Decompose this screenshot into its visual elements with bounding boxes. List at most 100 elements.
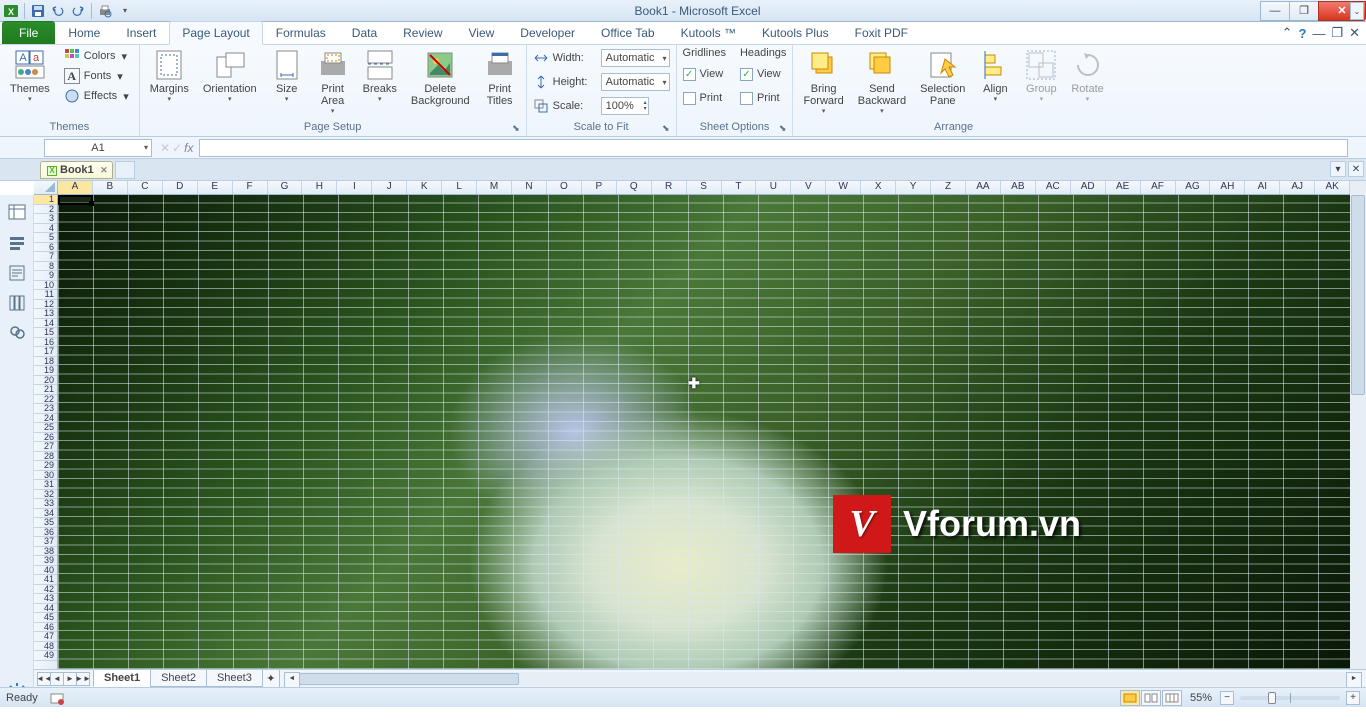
gridlines-view-checkbox[interactable]: ✓View — [683, 63, 726, 85]
expand-formula-bar-icon[interactable]: ⌄ — [1350, 2, 1364, 20]
vertical-scrollbar[interactable] — [1350, 181, 1366, 669]
side-navigation-icon[interactable] — [7, 233, 27, 253]
cells-area[interactable]: V Vforum.vn ✚ — [58, 195, 1350, 669]
send-backward-button[interactable]: Send Backward▾ — [854, 47, 910, 117]
workbook-close-icon[interactable]: ✕ — [1349, 25, 1360, 41]
help-icon[interactable]: ? — [1298, 26, 1306, 41]
rotate-button[interactable]: Rotate▾ — [1067, 47, 1107, 105]
save-icon[interactable] — [29, 2, 47, 20]
tab-home[interactable]: Home — [55, 21, 113, 44]
print-titles-button[interactable]: Print Titles — [480, 47, 520, 109]
excel-icon[interactable]: X — [2, 2, 20, 20]
sheet-tab-sheet1[interactable]: Sheet1 — [93, 670, 151, 687]
size-button[interactable]: Size▾ — [267, 47, 307, 105]
print-area-button[interactable]: Print Area▾ — [313, 47, 353, 117]
zoom-out-button[interactable]: − — [1220, 691, 1234, 705]
zoom-in-button[interactable]: + — [1346, 691, 1360, 705]
scale-spinner[interactable]: 100% — [601, 97, 649, 115]
tab-foxit[interactable]: Foxit PDF — [842, 21, 921, 44]
tab-view[interactable]: View — [456, 21, 508, 44]
tab-kutools-plus[interactable]: Kutools Plus — [749, 21, 842, 44]
side-worksheet-icon[interactable] — [7, 203, 27, 223]
column-headers[interactable]: ABCDEFGHIJKLMNOPQRSTUVWXYZAAABACADAEAFAG… — [58, 181, 1350, 195]
svg-text:X: X — [8, 7, 14, 17]
page-setup-launcher-icon[interactable]: ⬊ — [512, 123, 520, 134]
normal-view-button[interactable] — [1120, 690, 1140, 706]
ribbon-body: Aa Themes▾ Colors ▾ AFonts ▾ Effects ▾ T… — [0, 45, 1366, 137]
sheet-tab-sheet2[interactable]: Sheet2 — [150, 670, 207, 687]
headings-view-checkbox[interactable]: ✓View — [740, 63, 786, 85]
sheet-nav-arrows[interactable]: ◄◄◄►►► — [34, 672, 94, 686]
row-headers[interactable]: 1234567891011121314151617181920212223242… — [34, 195, 58, 669]
select-all-corner[interactable] — [34, 181, 58, 195]
close-workbook-tab-icon[interactable]: ✕ — [100, 165, 108, 176]
enter-formula-icon[interactable]: ✓ — [172, 141, 182, 155]
horizontal-scrollbar[interactable] — [284, 672, 1362, 686]
workbook-tabs-menu-icon[interactable]: ▾ — [1330, 161, 1346, 177]
quick-access-toolbar: X ▾ — [0, 2, 134, 20]
workbook-restore-icon[interactable]: ❐ — [1331, 25, 1343, 41]
group-objects-button[interactable]: Group▾ — [1021, 47, 1061, 105]
tab-page-layout[interactable]: Page Layout — [169, 21, 262, 45]
zoom-percent[interactable]: 55% — [1190, 692, 1212, 704]
width-icon — [533, 50, 549, 66]
minimize-ribbon-icon[interactable]: ⌃ — [1282, 25, 1293, 41]
qat-customize-icon[interactable]: ▾ — [116, 2, 134, 20]
workbook-tab-book1[interactable]: XBook1✕ — [40, 161, 113, 179]
delete-background-button[interactable]: Delete Background — [407, 47, 474, 109]
name-box[interactable]: A1 — [44, 139, 152, 157]
side-find-icon[interactable] — [7, 323, 27, 343]
page-layout-view-button[interactable] — [1141, 690, 1161, 706]
cancel-formula-icon[interactable]: ✕ — [160, 141, 170, 155]
fx-icon[interactable]: fx — [184, 141, 193, 155]
orientation-button[interactable]: Orientation▾ — [199, 47, 261, 105]
tab-data[interactable]: Data — [339, 21, 390, 44]
height-combo[interactable]: Automatic — [601, 73, 670, 91]
theme-effects-button[interactable]: Effects ▾ — [60, 87, 133, 105]
new-workbook-tab-button[interactable] — [115, 161, 135, 179]
undo-icon[interactable] — [49, 2, 67, 20]
scale-launcher-icon[interactable]: ⬊ — [662, 123, 670, 134]
margins-button[interactable]: Margins▾ — [146, 47, 193, 105]
selection-pane-button[interactable]: Selection Pane — [916, 47, 969, 109]
group-themes: Aa Themes▾ Colors ▾ AFonts ▾ Effects ▾ T… — [0, 45, 140, 136]
formula-input[interactable] — [199, 139, 1348, 157]
sheet-options-launcher-icon[interactable]: ⬊ — [779, 123, 787, 134]
tab-office-tab[interactable]: Office Tab — [588, 21, 668, 44]
macro-record-icon[interactable] — [50, 691, 64, 705]
active-cell-cursor — [58, 195, 93, 205]
watermark-logo: V Vforum.vn — [833, 495, 1081, 553]
group-page-setup: Margins▾ Orientation▾ Size▾ Print Area▾ … — [140, 45, 527, 136]
align-button[interactable]: Align▾ — [975, 47, 1015, 105]
tab-developer[interactable]: Developer — [507, 21, 588, 44]
sheet-tab-sheet3[interactable]: Sheet3 — [206, 670, 263, 687]
workbook-tabs-close-icon[interactable]: ✕ — [1348, 161, 1364, 177]
minimize-button[interactable]: — — [1260, 1, 1290, 21]
insert-sheet-button[interactable]: ✦ — [262, 670, 280, 688]
theme-colors-button[interactable]: Colors ▾ — [60, 47, 133, 65]
status-bar: Ready 55% − + — [0, 687, 1366, 707]
restore-button[interactable]: ❐ — [1289, 1, 1319, 21]
breaks-button[interactable]: Breaks▾ — [359, 47, 401, 105]
group-arrange: Bring Forward▾ Send Backward▾ Selection … — [793, 45, 1113, 136]
page-break-view-button[interactable] — [1162, 690, 1182, 706]
side-autotext-icon[interactable] — [7, 263, 27, 283]
tab-file[interactable]: File — [2, 21, 55, 44]
redo-icon[interactable] — [69, 2, 87, 20]
svg-text:a: a — [33, 52, 40, 64]
bring-forward-button[interactable]: Bring Forward▾ — [799, 47, 847, 117]
workbook-icon: X — [47, 166, 57, 176]
tab-insert[interactable]: Insert — [113, 21, 169, 44]
print-preview-icon[interactable] — [96, 2, 114, 20]
themes-button[interactable]: Aa Themes▾ — [6, 47, 54, 105]
zoom-slider[interactable] — [1240, 696, 1340, 700]
workbook-minimize-icon[interactable]: — — [1312, 26, 1325, 41]
side-columns-icon[interactable] — [7, 293, 27, 313]
tab-review[interactable]: Review — [390, 21, 455, 44]
gridlines-print-checkbox[interactable]: Print — [683, 87, 726, 109]
tab-formulas[interactable]: Formulas — [263, 21, 339, 44]
headings-print-checkbox[interactable]: Print — [740, 87, 786, 109]
theme-fonts-button[interactable]: AFonts ▾ — [60, 67, 133, 85]
tab-kutools[interactable]: Kutools ™ — [668, 21, 749, 44]
width-combo[interactable]: Automatic — [601, 49, 670, 67]
